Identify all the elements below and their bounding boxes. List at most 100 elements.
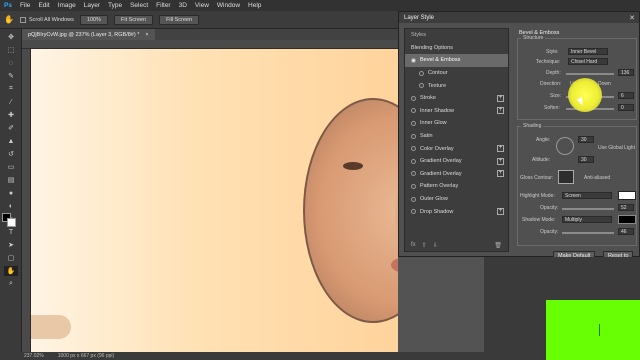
blur-tool-icon[interactable]: ● <box>4 188 18 198</box>
style-item[interactable]: Inner Shadow + <box>405 105 508 118</box>
style-item[interactable]: Outer Glow <box>405 193 508 206</box>
blending-options-item[interactable]: Blending Options <box>405 42 508 55</box>
close-dialog-icon[interactable]: ✕ <box>629 14 635 22</box>
brush-tool-icon[interactable]: ✐ <box>4 123 18 133</box>
fill-screen-button[interactable]: Fill Screen <box>159 14 200 25</box>
depth-slider[interactable] <box>566 73 614 75</box>
menu-image[interactable]: Image <box>58 2 76 9</box>
menu-3d[interactable]: 3D <box>179 2 187 9</box>
checkbox-icon[interactable] <box>411 158 416 164</box>
menu-select[interactable]: Select <box>130 2 148 9</box>
highlight-color-swatch[interactable] <box>618 191 636 200</box>
photoshop-logo-icon[interactable]: Ps <box>4 2 12 9</box>
checkbox-icon[interactable] <box>411 183 416 189</box>
fx-icon[interactable]: fx <box>411 242 416 249</box>
style-item[interactable]: Satin <box>405 130 508 143</box>
stamp-tool-icon[interactable]: ▲ <box>4 136 18 146</box>
crop-tool-icon[interactable]: ⌗ <box>4 84 18 94</box>
style-item[interactable]: Contour <box>405 67 508 80</box>
dodge-tool-icon[interactable]: ◐ <box>4 201 18 211</box>
size-input[interactable]: 6 <box>618 92 634 99</box>
menu-filter[interactable]: Filter <box>156 2 170 9</box>
style-item[interactable]: Drop Shadow + <box>405 205 508 218</box>
style-item[interactable]: Texture <box>405 79 508 92</box>
menu-view[interactable]: View <box>195 2 209 9</box>
style-item[interactable]: Inner Glow <box>405 117 508 130</box>
move-down-icon[interactable]: ⇩ <box>433 242 438 249</box>
checkbox-icon[interactable] <box>411 95 416 101</box>
lasso-tool-icon[interactable]: ◌ <box>4 58 18 68</box>
hand-tool-icon[interactable]: ✋ <box>4 15 14 24</box>
checkbox-icon[interactable] <box>411 146 416 152</box>
move-up-icon[interactable]: ⇧ <box>422 242 427 249</box>
quick-select-tool-icon[interactable]: ✎ <box>4 71 18 81</box>
style-item[interactable]: Pattern Overlay <box>405 180 508 193</box>
type-tool-icon[interactable]: T <box>4 227 18 237</box>
shadow-opacity-input[interactable]: 46 <box>618 228 634 235</box>
checkbox-icon[interactable] <box>411 133 416 139</box>
checkbox-icon[interactable] <box>411 171 416 177</box>
checkbox-icon[interactable] <box>411 120 416 126</box>
soften-input[interactable]: 0 <box>618 104 634 111</box>
styles-header[interactable]: Styles <box>405 29 508 42</box>
add-style-icon[interactable]: + <box>497 170 504 178</box>
gloss-contour-picker[interactable] <box>558 170 574 184</box>
checkbox-icon[interactable] <box>411 108 416 114</box>
shadow-mode-select[interactable]: Multiply <box>562 216 612 223</box>
image-canvas[interactable] <box>31 49 398 352</box>
style-item[interactable]: Stroke + <box>405 92 508 105</box>
healing-tool-icon[interactable]: ✚ <box>4 110 18 120</box>
style-item[interactable]: Color Overlay + <box>405 142 508 155</box>
style-item[interactable]: Gradient Overlay + <box>405 168 508 181</box>
history-brush-icon[interactable]: ↺ <box>4 149 18 159</box>
angle-dial[interactable] <box>556 137 574 155</box>
background-color-swatch[interactable] <box>7 218 16 227</box>
add-style-icon[interactable]: + <box>497 208 504 216</box>
menu-layer[interactable]: Layer <box>84 2 100 9</box>
shape-tool-icon[interactable]: ▢ <box>4 253 18 263</box>
gradient-tool-icon[interactable]: ▤ <box>4 175 18 185</box>
eraser-tool-icon[interactable]: ▭ <box>4 162 18 172</box>
checkbox-icon[interactable] <box>419 70 424 76</box>
highlight-opacity-input[interactable]: 52 <box>618 204 634 211</box>
add-style-icon[interactable]: + <box>497 107 504 115</box>
add-style-icon[interactable]: + <box>497 94 504 102</box>
vertical-ruler[interactable] <box>22 49 31 352</box>
fit-screen-button[interactable]: Fit Screen <box>113 14 154 25</box>
marquee-tool-icon[interactable]: ⬚ <box>4 45 18 55</box>
zoom-level[interactable]: 237.02% <box>24 353 44 359</box>
move-tool-icon[interactable]: ✥ <box>4 32 18 42</box>
technique-select[interactable]: Chisel Hard <box>568 58 608 65</box>
path-select-icon[interactable]: ➤ <box>4 240 18 250</box>
hand-tool-icon[interactable]: ✋ <box>4 266 18 276</box>
altitude-input[interactable]: 30 <box>578 156 594 163</box>
style-item[interactable]: Bevel & Emboss <box>405 54 508 67</box>
checkbox-icon[interactable] <box>411 57 416 63</box>
delete-icon[interactable]: 🗑 <box>494 242 502 249</box>
style-item[interactable]: Gradient Overlay + <box>405 155 508 168</box>
eyedropper-tool-icon[interactable]: ⁄ <box>4 97 18 107</box>
menu-type[interactable]: Type <box>108 2 122 9</box>
add-style-icon[interactable]: + <box>497 157 504 165</box>
shadow-color-swatch[interactable] <box>618 215 636 224</box>
document-tab[interactable]: pQjBIryCvW.jpg @ 237% (Layer 3, RGB/8#) … <box>22 29 155 40</box>
checkbox-icon[interactable] <box>419 83 424 89</box>
add-style-icon[interactable]: + <box>497 145 504 153</box>
close-tab-icon[interactable]: × <box>145 32 148 38</box>
checkbox-icon[interactable] <box>411 209 416 215</box>
highlight-opacity-slider[interactable] <box>562 208 614 210</box>
angle-input[interactable]: 30 <box>578 136 594 143</box>
anti-aliased-checkbox[interactable]: Anti-aliased <box>584 175 610 181</box>
menu-file[interactable]: File <box>20 2 30 9</box>
highlight-mode-select[interactable]: Screen <box>562 192 612 199</box>
menu-edit[interactable]: Edit <box>38 2 49 9</box>
zoom-tool-icon[interactable]: ⌕ <box>4 279 18 289</box>
depth-input[interactable]: 136 <box>618 69 634 76</box>
menu-help[interactable]: Help <box>248 2 261 9</box>
checkbox-icon[interactable] <box>411 196 416 202</box>
scroll-all-checkbox[interactable]: Scroll All Windows <box>19 16 74 23</box>
menu-window[interactable]: Window <box>217 2 240 9</box>
horizontal-ruler[interactable] <box>22 40 398 49</box>
zoom-100-button[interactable]: 100% <box>79 14 108 25</box>
style-select[interactable]: Inner Bevel <box>568 48 608 55</box>
